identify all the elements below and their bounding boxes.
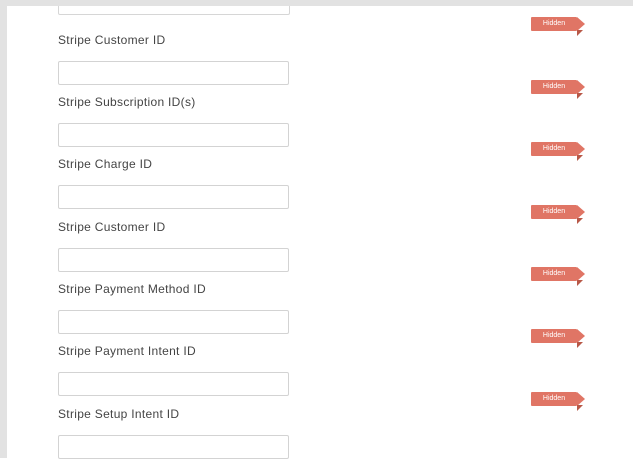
field-stripe-subscription-ids: Stripe Subscription ID(s) xyxy=(58,94,598,147)
form-panel: Stripe Customer ID Hidden Stripe Subscri… xyxy=(0,0,633,459)
field-label: Stripe Customer ID xyxy=(58,220,166,234)
stripe-subscription-ids-input[interactable] xyxy=(58,123,289,147)
hidden-badge-label: Hidden xyxy=(542,395,566,402)
hidden-badge: Hidden xyxy=(531,205,586,225)
stripe-customer-id-2-input[interactable] xyxy=(58,248,289,272)
panel-left-border xyxy=(0,0,7,458)
hidden-badge: Hidden xyxy=(531,142,586,162)
hidden-badge: Hidden xyxy=(531,267,586,287)
stripe-charge-id-input[interactable] xyxy=(58,185,289,209)
hidden-badge-label: Hidden xyxy=(542,145,566,152)
field-stripe-charge-id: Stripe Charge ID xyxy=(58,156,598,209)
stripe-payment-intent-id-input[interactable] xyxy=(58,372,289,396)
hidden-badge: Hidden xyxy=(531,80,586,100)
field-label: Stripe Subscription ID(s) xyxy=(58,95,196,109)
field-stripe-payment-method-id: Stripe Payment Method ID xyxy=(58,281,598,334)
field-label: Stripe Payment Method ID xyxy=(58,282,206,296)
hidden-badge-label: Hidden xyxy=(542,20,566,27)
field-stripe-payment-intent-id: Stripe Payment Intent ID xyxy=(58,343,598,396)
field-label: Stripe Payment Intent ID xyxy=(58,344,196,358)
stripe-setup-intent-id-input[interactable] xyxy=(58,435,289,459)
field-stripe-customer-id: Stripe Customer ID xyxy=(58,32,598,85)
hidden-badge: Hidden xyxy=(531,329,586,349)
field-stripe-setup-intent-id: Stripe Setup Intent ID xyxy=(58,406,598,459)
previous-field-input[interactable] xyxy=(58,6,290,15)
hidden-badge-label: Hidden xyxy=(542,270,566,277)
field-label: Stripe Charge ID xyxy=(58,157,153,171)
hidden-badge: Hidden xyxy=(531,17,586,37)
stripe-payment-method-id-input[interactable] xyxy=(58,310,289,334)
field-label: Stripe Setup Intent ID xyxy=(58,407,180,421)
hidden-badge: Hidden xyxy=(531,392,586,412)
hidden-badge-label: Hidden xyxy=(542,332,566,339)
stripe-customer-id-input[interactable] xyxy=(58,61,289,85)
hidden-badge-label: Hidden xyxy=(542,83,566,90)
field-stripe-customer-id-2: Stripe Customer ID xyxy=(58,219,598,272)
field-label: Stripe Customer ID xyxy=(58,33,166,47)
hidden-badge-label: Hidden xyxy=(542,208,566,215)
